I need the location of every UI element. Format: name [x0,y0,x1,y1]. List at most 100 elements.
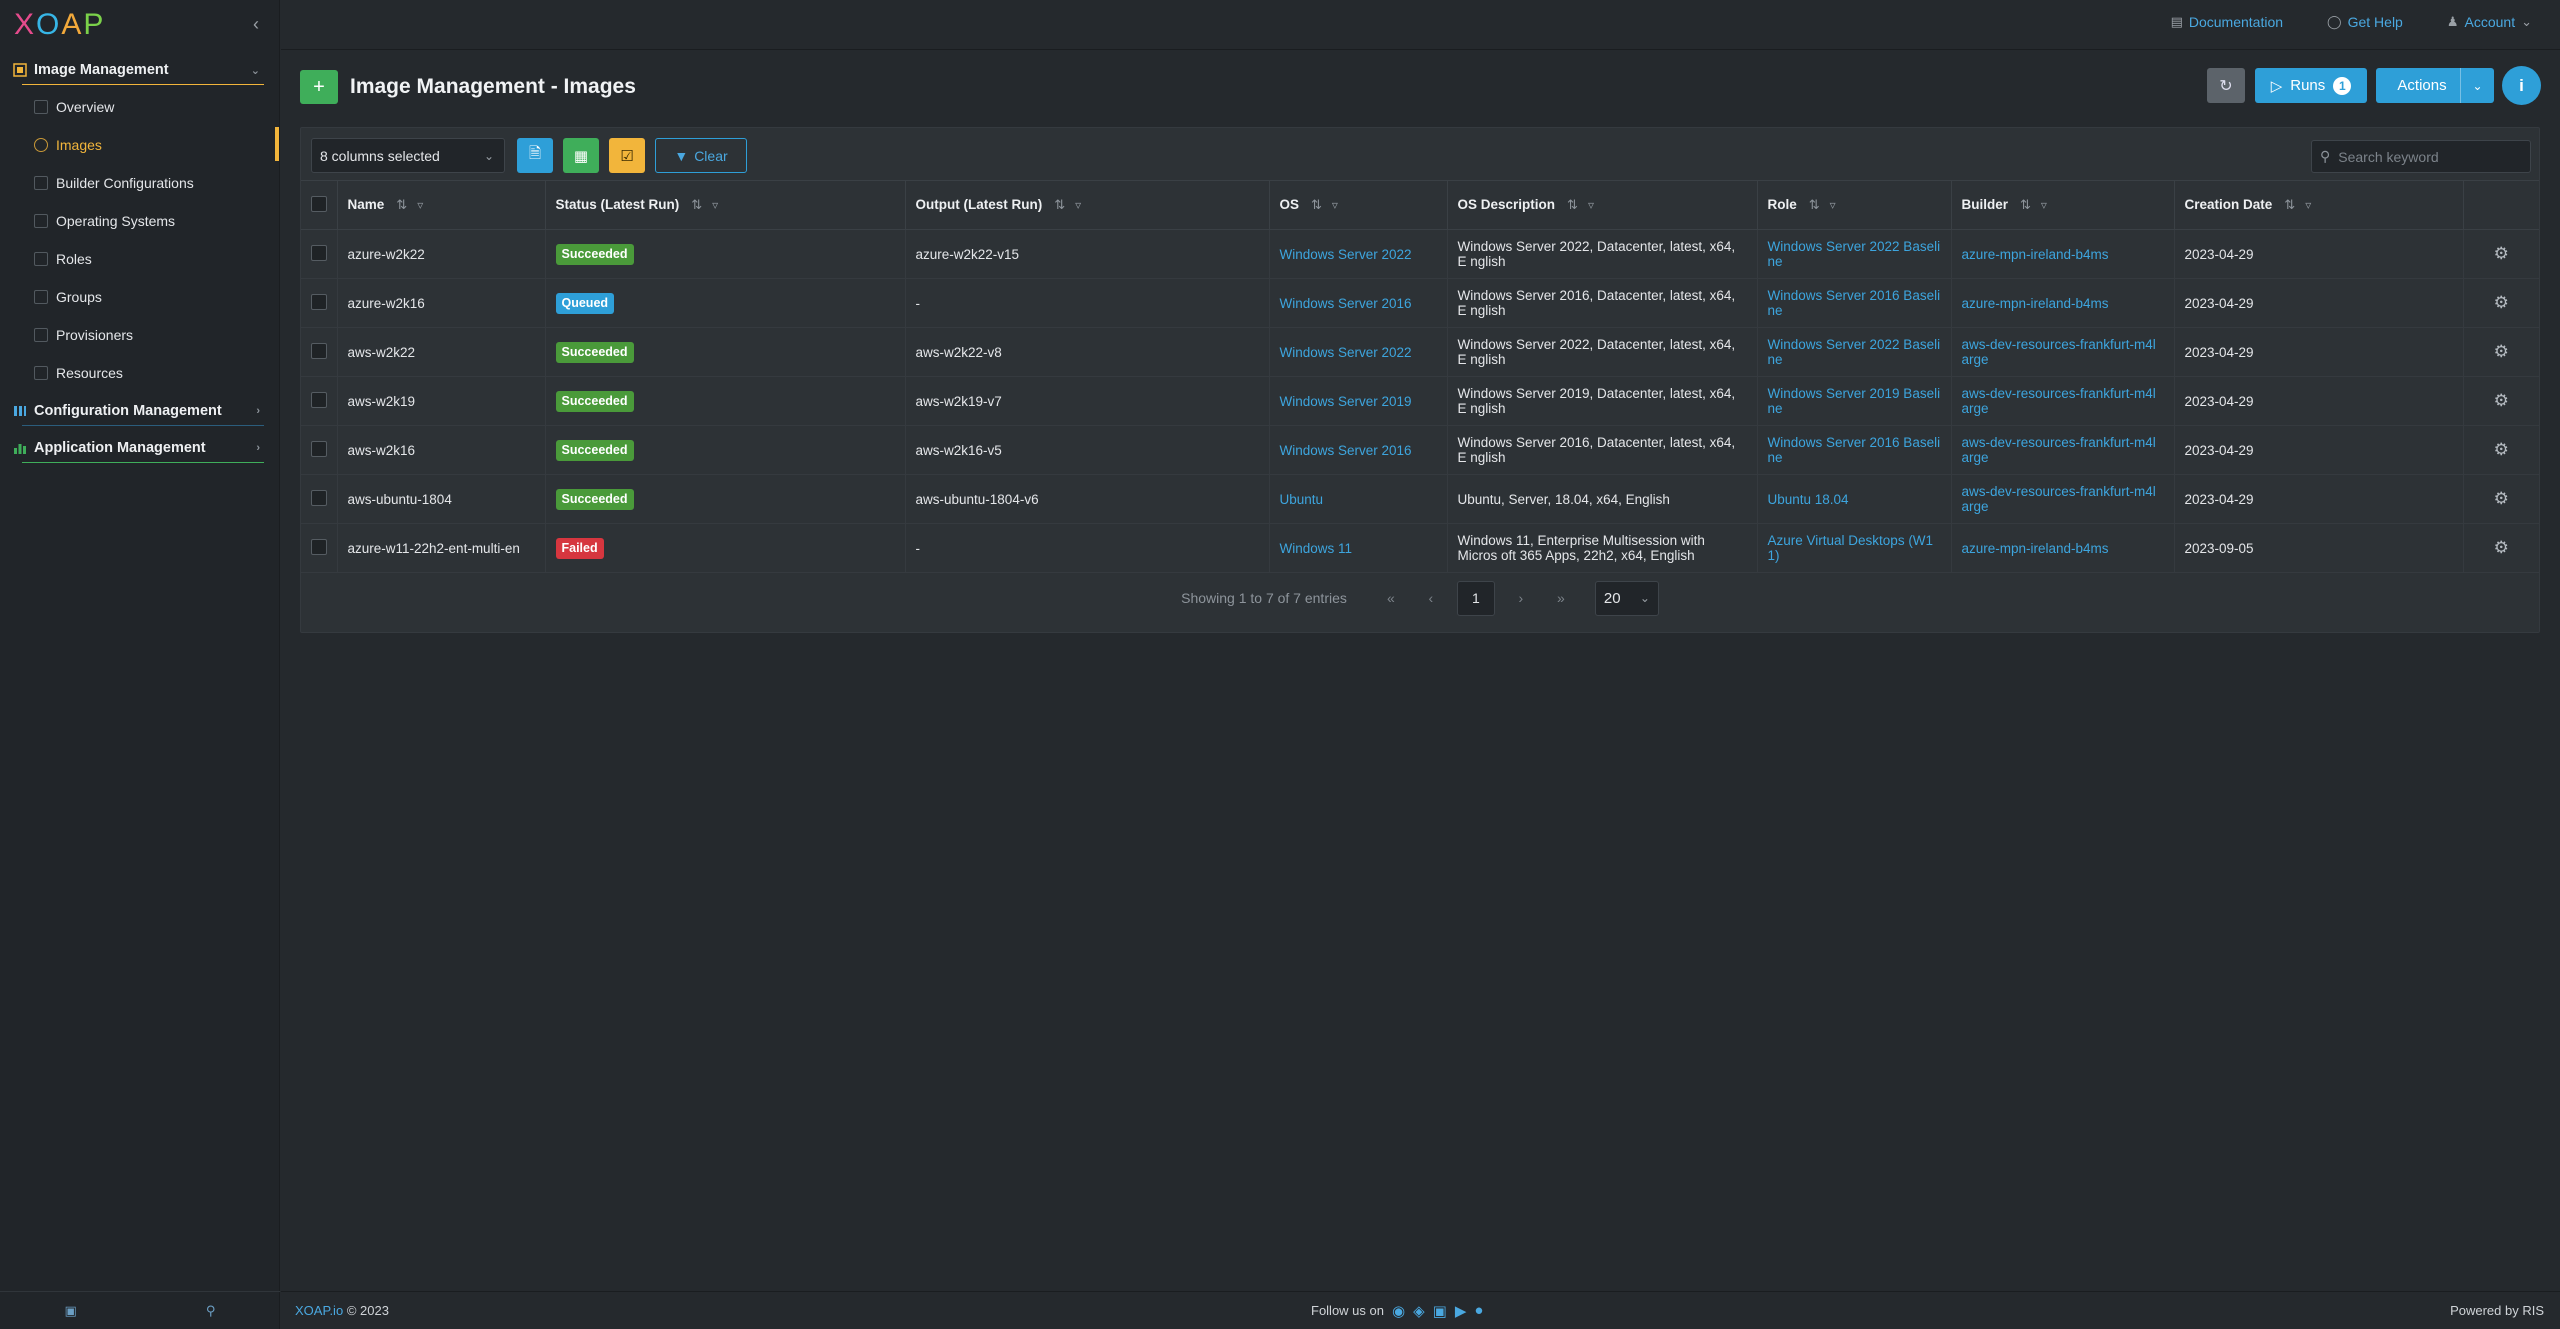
column-selector[interactable]: 8 columns selected ⌄ [311,138,505,173]
select-all-checkbox[interactable] [311,195,327,212]
sidebar-section-image-management[interactable]: Image Management ⌄ [12,55,264,85]
column-header-role[interactable]: Role ⇅ ▿ [1757,180,1952,230]
current-page[interactable]: 1 [1456,580,1495,616]
cell-builder-link[interactable]: aws-dev-resources-frankfurt-m4l arge [1951,425,2175,475]
add-image-button[interactable]: + [300,70,338,104]
actions-button[interactable]: Actions ⌄ [2376,68,2494,103]
table-row[interactable]: azure-w2k16 Queued - Windows Server 2016 Win… [301,278,2539,328]
cell-role-link[interactable]: Windows Server 2019 Baseli ne [1757,376,1952,426]
sort-icon[interactable]: ⇅ [2284,197,2295,212]
column-header-builder[interactable]: Builder ⇅ ▿ [1951,180,2175,230]
cell-os-link[interactable]: Windows Server 2022 [1269,327,1448,377]
table-row[interactable]: aws-w2k16 Succeeded aws-w2k16-v5 Windows Se… [301,425,2539,475]
youtube-icon[interactable]: ▶ [1455,1302,1467,1320]
search-input[interactable] [2338,148,2519,165]
chevron-down-icon[interactable]: ⌄ [2460,68,2494,103]
filter-icon[interactable]: ▿ [1588,198,1594,212]
sort-icon[interactable]: ⇅ [1054,197,1065,212]
cell-builder-link[interactable]: azure-mpn-ireland-b4ms [1951,523,2175,573]
table-row[interactable]: azure-w11-22h2-ent-multi-en Failed - Window… [301,523,2539,573]
prev-page-button[interactable]: ‹ [1411,590,1451,606]
column-header-os[interactable]: OS ⇅ ▿ [1269,180,1448,230]
cell-role-link[interactable]: Azure Virtual Desktops (W1 1) [1757,523,1952,573]
cell-role-link[interactable]: Windows Server 2016 Baseli ne [1757,425,1952,475]
search-box[interactable]: ⚲ [2311,140,2531,173]
page-size-select[interactable]: 20 ⌄ [1594,580,1659,616]
column-header-os-description[interactable]: OS Description ⇅ ▿ [1447,180,1758,230]
info-button[interactable]: i [2502,66,2541,105]
linkedin-icon[interactable]: ▣ [1433,1302,1447,1320]
sort-icon[interactable]: ⇅ [1809,197,1820,212]
gear-icon[interactable]: ⚙ [2494,343,2509,360]
cell-role-link[interactable]: Windows Server 2016 Baseli ne [1757,278,1952,328]
row-checkbox[interactable] [311,293,327,310]
cell-builder-link[interactable]: aws-dev-resources-frankfurt-m4l arge [1951,376,2175,426]
column-header-name[interactable]: Name ⇅ ▿ [337,180,546,230]
sidebar-item-builder-configurations[interactable]: Builder Configurations [34,170,270,196]
collapse-sidebar-icon[interactable]: ‹ [246,12,266,36]
column-header-status[interactable]: Status (Latest Run) ⇅ ▿ [545,180,906,230]
sidebar-item-resources[interactable]: Resources [34,360,270,386]
cell-os-link[interactable]: Windows Server 2022 [1269,229,1448,279]
sidebar-section-configuration-management[interactable]: Configuration Management › [12,396,264,426]
sidebar-section-application-management[interactable]: Application Management › [12,433,264,463]
row-checkbox[interactable] [311,391,327,408]
filter-icon[interactable]: ▿ [1075,198,1081,212]
cell-builder-link[interactable]: azure-mpn-ireland-b4ms [1951,278,2175,328]
get-help-link[interactable]: ◯ Get Help [2327,14,2403,30]
filter-icon[interactable]: ▿ [2041,198,2047,212]
cell-os-link[interactable]: Windows Server 2016 [1269,425,1448,475]
last-page-button[interactable]: » [1541,590,1581,606]
gear-icon[interactable]: ⚙ [2494,392,2509,409]
export-excel-button[interactable]: ▦ [563,138,599,173]
sort-icon[interactable]: ⇅ [2020,197,2031,212]
sidebar-item-operating-systems[interactable]: Operating Systems [34,208,270,234]
sort-icon[interactable]: ⇅ [691,197,702,212]
cell-os-link[interactable]: Windows Server 2019 [1269,376,1448,426]
filter-icon[interactable]: ▿ [2305,198,2311,212]
gear-icon[interactable]: ⚙ [2494,294,2509,311]
filter-icon[interactable]: ▿ [417,198,423,212]
next-page-button[interactable]: › [1501,590,1541,606]
filter-icon[interactable]: ▿ [1830,198,1836,212]
xoap-logo[interactable]: XOAP [14,8,105,42]
filter-icon[interactable]: ▿ [712,198,718,212]
table-row[interactable]: aws-ubuntu-1804 Succeeded aws-ubuntu-1804-… [301,474,2539,524]
runs-button[interactable]: ▷ Runs 1 [2255,68,2367,103]
export-csv-button[interactable]: 🗎 [517,138,553,173]
cell-os-link[interactable]: Windows 11 [1269,523,1448,573]
clear-filters-button[interactable]: ▼ Clear [655,138,747,173]
row-checkbox[interactable] [311,244,327,261]
cell-role-link[interactable]: Ubuntu 18.04 [1757,474,1952,524]
filter-icon[interactable]: ▿ [1332,198,1338,212]
row-checkbox[interactable] [311,538,327,555]
twitter-icon[interactable]: ◈ [1413,1302,1425,1320]
account-menu[interactable]: ♟ Account ⌄ [2447,14,2532,30]
gear-icon[interactable]: ⚙ [2494,490,2509,507]
table-row[interactable]: aws-w2k22 Succeeded aws-w2k22-v8 Windows Se… [301,327,2539,377]
refresh-button[interactable]: ↻ [2207,68,2245,103]
sidebar-item-roles[interactable]: Roles [34,246,270,272]
gear-icon[interactable]: ⚙ [2494,539,2509,556]
select-rows-button[interactable]: ☑ [609,138,645,173]
first-page-button[interactable]: « [1371,590,1411,606]
sort-icon[interactable]: ⇅ [396,197,407,212]
cell-builder-link[interactable]: azure-mpn-ireland-b4ms [1951,229,2175,279]
sort-icon[interactable]: ⇅ [1567,197,1578,212]
cell-role-link[interactable]: Windows Server 2022 Baseli ne [1757,327,1952,377]
cell-builder-link[interactable]: aws-dev-resources-frankfurt-m4l arge [1951,327,2175,377]
table-row[interactable]: azure-w2k22 Succeeded azure-w2k22-v15 Windo… [301,229,2539,279]
cell-os-link[interactable]: Ubuntu [1269,474,1448,524]
row-checkbox[interactable] [311,440,327,457]
sort-icon[interactable]: ⇅ [1311,197,1322,212]
column-header-creation-date[interactable]: Creation Date ⇅ ▿ [2174,180,2464,230]
table-row[interactable]: aws-w2k19 Succeeded aws-w2k19-v7 Windows Se… [301,376,2539,426]
cell-os-link[interactable]: Windows Server 2016 [1269,278,1448,328]
gear-icon[interactable]: ⚙ [2494,245,2509,262]
github-icon[interactable]: ● [1474,1302,1483,1320]
layout-icon[interactable]: ▣ [65,1303,77,1319]
documentation-link[interactable]: ▤ Documentation [2171,14,2283,30]
sidebar-item-groups[interactable]: Groups [34,284,270,310]
row-checkbox[interactable] [311,342,327,359]
row-checkbox[interactable] [311,489,327,506]
